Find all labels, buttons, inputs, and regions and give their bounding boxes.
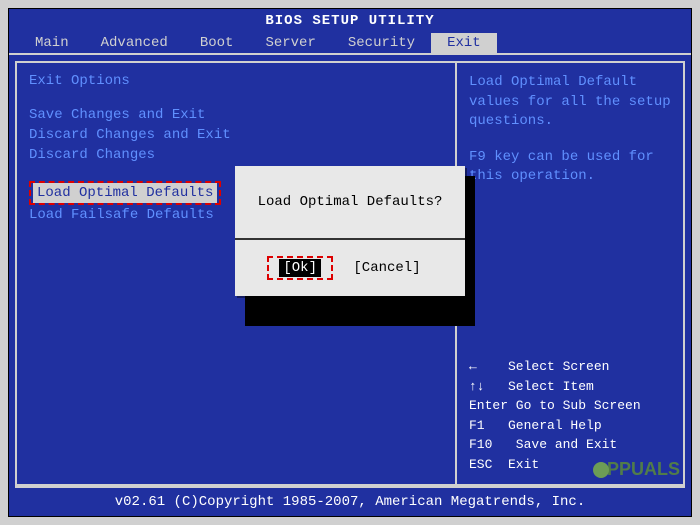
option-discard[interactable]: Discard Changes xyxy=(29,145,443,165)
highlight-selected: Load Optimal Defaults xyxy=(29,181,221,205)
footer: v02.61 (C)Copyright 1985-2007, American … xyxy=(15,486,685,516)
confirm-dialog: Load Optimal Defaults? [Ok] [Cancel] xyxy=(235,166,465,296)
app-title: BIOS SETUP UTILITY xyxy=(9,9,691,33)
menu-main[interactable]: Main xyxy=(19,33,85,53)
panel-title: Exit Options xyxy=(29,73,443,89)
option-save-exit[interactable]: Save Changes and Exit xyxy=(29,105,443,125)
menu-server[interactable]: Server xyxy=(249,33,331,53)
menu-bar: Main Advanced Boot Server Security Exit xyxy=(9,33,691,55)
nav-select-item: ↑↓ Select Item xyxy=(469,377,671,397)
menu-advanced[interactable]: Advanced xyxy=(85,33,184,53)
right-panel: Load Optimal Default values for all the … xyxy=(455,61,685,486)
nav-f1: F1 General Help xyxy=(469,416,671,436)
help-text-1: Load Optimal Default values for all the … xyxy=(469,73,671,132)
menu-security[interactable]: Security xyxy=(332,33,431,53)
option-load-optimal[interactable]: Load Optimal Defaults xyxy=(33,183,217,203)
ok-button[interactable]: [Ok] xyxy=(279,259,321,277)
nav-help: ← Select Screen ↑↓ Select Item Enter Go … xyxy=(469,357,671,474)
highlight-ok: [Ok] xyxy=(267,256,333,280)
menu-exit[interactable]: Exit xyxy=(431,33,497,53)
nav-f10: F10 Save and Exit xyxy=(469,435,671,455)
cancel-button[interactable]: [Cancel] xyxy=(349,259,424,277)
help-text-2: F9 key can be used for this operation. xyxy=(469,148,671,187)
menu-boot[interactable]: Boot xyxy=(184,33,250,53)
watermark: PPUALS xyxy=(593,459,680,480)
option-discard-exit[interactable]: Discard Changes and Exit xyxy=(29,125,443,145)
nav-enter: Enter Go to Sub Screen xyxy=(469,396,671,416)
nav-select-screen: ← Select Screen xyxy=(469,357,671,377)
dialog-message: Load Optimal Defaults? xyxy=(235,166,465,240)
watermark-text: PPUALS xyxy=(607,459,680,479)
dialog-buttons: [Ok] [Cancel] xyxy=(235,240,465,296)
